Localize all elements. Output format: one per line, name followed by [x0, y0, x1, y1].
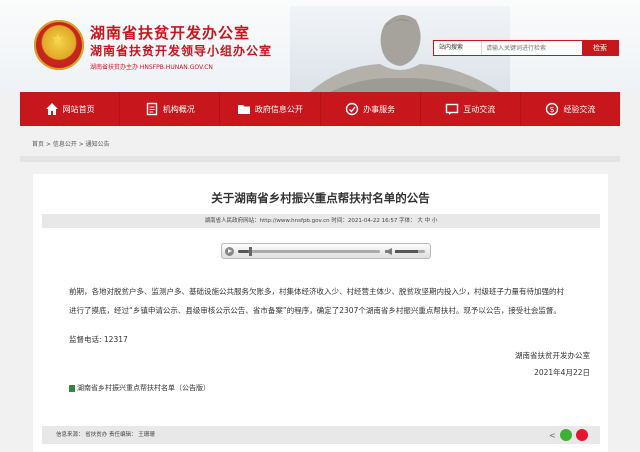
- spreadsheet-file-icon: [69, 384, 75, 392]
- audio-player: [221, 243, 431, 259]
- nav-item-organization[interactable]: 机构概况: [120, 92, 221, 126]
- breadcrumb-divider: [20, 156, 620, 162]
- nav-item-label: 机构概况: [162, 104, 195, 114]
- search-scope-select[interactable]: 站内搜索: [434, 41, 482, 55]
- search-input[interactable]: [482, 41, 582, 55]
- article-paragraph: 前期，各地对脱贫户多、监测户多、基础设施公共服务欠账多，村集体经济收入少、村经营…: [69, 287, 564, 315]
- exchange-icon: $: [546, 102, 559, 116]
- supervision-hotline: 监督电话: 12317: [69, 335, 128, 344]
- signature-date: 2021年4月22日: [534, 368, 590, 377]
- home-icon: [45, 103, 58, 115]
- play-icon[interactable]: [225, 247, 234, 256]
- nav-item-home[interactable]: 网站首页: [20, 92, 121, 126]
- site-host: 湖南省扶贫办主办 HNSFPB.HUNAN.GOV.CN: [90, 64, 213, 71]
- nav-item-label: 办事服务: [363, 104, 396, 114]
- seek-bar[interactable]: [238, 247, 380, 256]
- article-footer: 信息来源： 省扶贫办 责任编辑： 王珊珊: [42, 426, 600, 444]
- weibo-icon[interactable]: [576, 429, 588, 441]
- share-icon[interactable]: <: [549, 431, 556, 440]
- main-nav: 网站首页 机构概况 政府信息公开 办事服务 互动交流 $ 经验交流: [20, 92, 620, 126]
- nav-item-interaction[interactable]: 互动交流: [421, 92, 521, 126]
- article-body: 前期，各地对脱贫户多、监测户多、基础设施公共服务欠账多，村集体经济收入少、村经营…: [69, 282, 569, 320]
- site-header: 湖南省扶贫开发办公室 湖南省扶贫开发领导小组办公室 湖南省扶贫办主办 HNSFP…: [0, 0, 640, 92]
- article-panel: 关于湖南省乡村振兴重点帮扶村名单的公告 湖南省人民政府网站：http://www…: [33, 174, 608, 452]
- site-subtitle: 湖南省扶贫开发领导小组办公室: [90, 44, 273, 58]
- seek-progress: [238, 250, 250, 253]
- nav-item-services[interactable]: 办事服务: [321, 92, 421, 126]
- signature-org: 湖南省扶贫开发办公室: [515, 351, 590, 360]
- service-icon: [345, 102, 359, 116]
- breadcrumb[interactable]: 首页 > 信息公开 > 通知公告: [20, 138, 620, 152]
- volume-icon[interactable]: [385, 248, 392, 255]
- svg-text:$: $: [550, 105, 555, 114]
- search-button[interactable]: 检索: [582, 41, 618, 55]
- nav-item-label: 经验交流: [563, 104, 596, 114]
- document-icon: [146, 102, 157, 116]
- attachment-label: 湖南省乡村振兴重点帮扶村名单（公告版）: [77, 384, 210, 392]
- wechat-icon[interactable]: [560, 429, 572, 441]
- nav-item-label: 互动交流: [463, 104, 496, 114]
- volume-level: [395, 250, 418, 253]
- chat-icon: [446, 103, 459, 115]
- volume-slider[interactable]: [395, 250, 425, 253]
- nav-item-gov-info[interactable]: 政府信息公开: [220, 92, 321, 126]
- nav-item-label: 政府信息公开: [254, 104, 303, 114]
- article-title: 关于湖南省乡村振兴重点帮扶村名单的公告: [211, 191, 430, 205]
- share-bar: <: [549, 429, 588, 441]
- nav-item-experience[interactable]: $ 经验交流: [521, 92, 620, 126]
- folder-icon: [237, 105, 250, 114]
- national-emblem-logo: [34, 20, 84, 70]
- nav-item-label: 网站首页: [62, 104, 95, 114]
- search-bar: 站内搜索 检索: [433, 40, 619, 56]
- site-title: 湖南省扶贫开发办公室: [90, 24, 251, 42]
- article-meta: 湖南省人民政府网站：http://www.hnsfpb.gov.cn 时间：20…: [42, 214, 600, 228]
- seek-handle[interactable]: [249, 247, 253, 256]
- attachment-link[interactable]: 湖南省乡村振兴重点帮扶村名单（公告版）: [69, 383, 210, 393]
